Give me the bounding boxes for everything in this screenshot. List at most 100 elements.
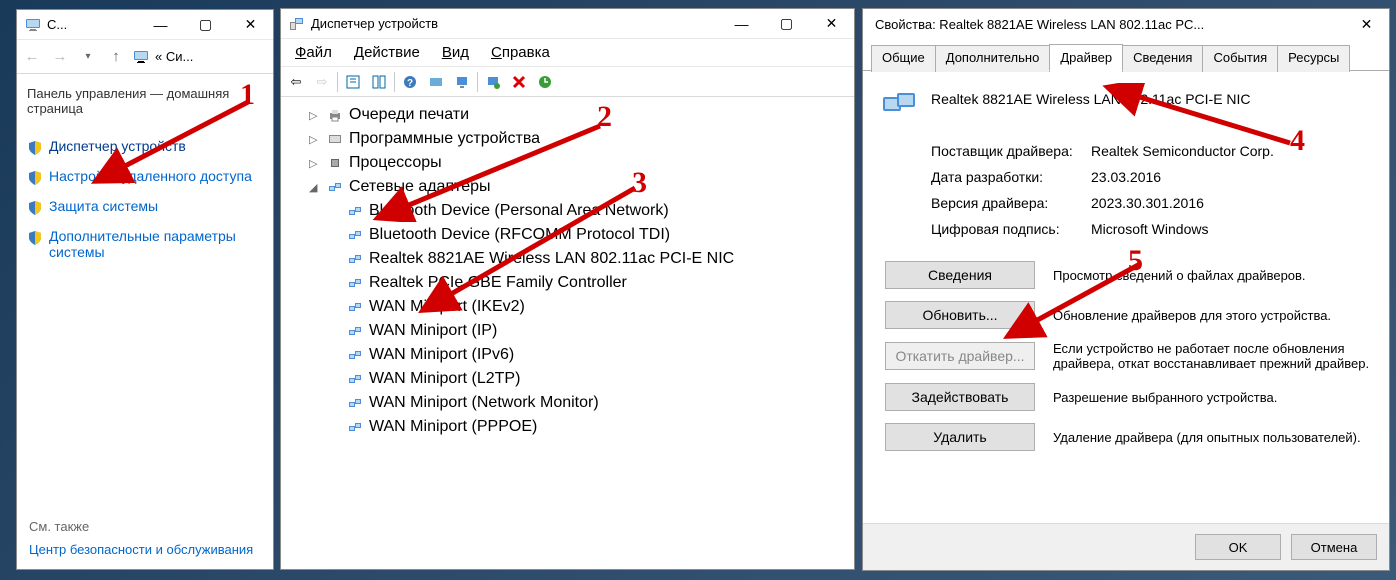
tree-label: WAN Miniport (Network Monitor)	[369, 394, 599, 412]
props2-icon[interactable]	[368, 71, 390, 93]
view-icon[interactable]	[425, 71, 447, 93]
maximize-button[interactable]: ▢	[183, 11, 228, 39]
net-icon	[347, 203, 363, 219]
tab-5[interactable]: Ресурсы	[1277, 45, 1350, 72]
dialog-buttons: OK Отмена	[863, 523, 1389, 570]
net-icon	[347, 299, 363, 315]
props-icon[interactable]	[342, 71, 364, 93]
net-icon	[347, 275, 363, 291]
address-text[interactable]: « Си...	[155, 49, 193, 64]
minimize-button[interactable]: —	[719, 10, 764, 38]
tree-item[interactable]: WAN Miniport (IP)	[285, 319, 850, 343]
net-icon	[347, 227, 363, 243]
maximize-button[interactable]: ▢	[764, 10, 809, 38]
link-label: Диспетчер устройств	[49, 138, 186, 154]
action-description: Обновление драйверов для этого устройств…	[1053, 308, 1371, 323]
minimize-button[interactable]: —	[138, 11, 183, 39]
tree-item[interactable]: WAN Miniport (Network Monitor)	[285, 391, 850, 415]
menu-справка[interactable]: Справка	[481, 40, 560, 65]
control-panel-window: С... — ▢ ✕ ← → ▾ ↑ « Си... Панель управл…	[16, 9, 274, 570]
prop-value: 23.03.2016	[1091, 169, 1161, 185]
tree-item[interactable]: ▷ Процессоры	[285, 151, 850, 175]
prop-label: Версия драйвера:	[931, 195, 1091, 211]
tree-item[interactable]: WAN Miniport (L2TP)	[285, 367, 850, 391]
expand-arrow-icon[interactable]: ▷	[309, 157, 321, 170]
sidebar-link-1[interactable]: Настройка удаленного доступа	[27, 162, 263, 192]
uninstall-icon[interactable]	[508, 71, 530, 93]
action-row: Сведения Просмотр сведений о файлах драйв…	[881, 261, 1371, 289]
tab-2[interactable]: Драйвер	[1049, 44, 1123, 71]
action-button[interactable]: Задействовать	[885, 383, 1035, 411]
forward-icon[interactable]: ⇨	[311, 71, 333, 93]
forward-button[interactable]: →	[49, 46, 71, 68]
tree-label: Очереди печати	[349, 106, 469, 124]
help-icon[interactable]: ?	[399, 71, 421, 93]
tree-label: WAN Miniport (L2TP)	[369, 370, 520, 388]
back-icon[interactable]: ⇦	[285, 71, 307, 93]
close-button[interactable]: ✕	[228, 11, 273, 39]
tree-item[interactable]: ▷Программные устройства	[285, 127, 850, 151]
window-title: Диспетчер устройств	[311, 16, 719, 31]
tree-item[interactable]: WAN Miniport (IKEv2)	[285, 295, 850, 319]
cancel-button[interactable]: Отмена	[1291, 534, 1377, 560]
device-properties-window: Свойства: Realtek 8821AE Wireless LAN 80…	[862, 8, 1390, 571]
action-button: Откатить драйвер...	[885, 342, 1035, 370]
close-button[interactable]: ✕	[1344, 10, 1389, 38]
menu-действие[interactable]: Действие	[344, 40, 430, 65]
see-also-label: См. также	[29, 519, 261, 534]
svg-text:?: ?	[407, 78, 413, 89]
sidebar-link-2[interactable]: Защита системы	[27, 192, 263, 222]
monitor-icon	[25, 17, 41, 33]
tree-item[interactable]: ◢ Сетевые адаптеры	[285, 175, 850, 199]
tree-label: Сетевые адаптеры	[349, 178, 491, 196]
collapse-arrow-icon[interactable]: ◢	[309, 181, 321, 194]
action-button[interactable]: Обновить...	[885, 301, 1035, 329]
tree-label: Realtek 8821AE Wireless LAN 802.11ac PCI…	[369, 250, 734, 268]
update-icon[interactable]	[482, 71, 504, 93]
action-button[interactable]: Сведения	[885, 261, 1035, 289]
expand-arrow-icon[interactable]: ▷	[309, 109, 321, 122]
prop-label: Поставщик драйвера:	[931, 143, 1091, 159]
tab-4[interactable]: События	[1202, 45, 1278, 72]
titlebar: Свойства: Realtek 8821AE Wireless LAN 80…	[863, 9, 1389, 39]
tree-label: Bluetooth Device (Personal Area Network)	[369, 202, 669, 220]
prop-label: Цифровая подпись:	[931, 221, 1091, 237]
link-label: Настройка удаленного доступа	[49, 168, 252, 184]
tree-item[interactable]: WAN Miniport (IPv6)	[285, 343, 850, 367]
prop-label: Дата разработки:	[931, 169, 1091, 185]
scan-icon[interactable]	[451, 71, 473, 93]
tree-label: Процессоры	[349, 154, 442, 172]
action-button[interactable]: Удалить	[885, 423, 1035, 451]
tab-3[interactable]: Сведения	[1122, 45, 1203, 72]
tree-item[interactable]: Realtek 8821AE Wireless LAN 802.11ac PCI…	[285, 247, 850, 271]
close-button[interactable]: ✕	[809, 10, 854, 38]
menu-bar: ФайлДействиеВидСправка	[281, 39, 854, 67]
tab-0[interactable]: Общие	[871, 45, 936, 72]
tree-item[interactable]: Bluetooth Device (RFCOMM Protocol TDI)	[285, 223, 850, 247]
property-row: Дата разработки:23.03.2016	[881, 169, 1371, 185]
sidebar-link-0[interactable]: Диспетчер устройств	[27, 132, 263, 162]
tree-item[interactable]: Realtek PCIe GBE Family Controller	[285, 271, 850, 295]
ok-button[interactable]: OK	[1195, 534, 1281, 560]
refresh-icon[interactable]	[534, 71, 556, 93]
tree-label: WAN Miniport (IKEv2)	[369, 298, 525, 316]
titlebar: Диспетчер устройств — ▢ ✕	[281, 9, 854, 39]
sidebar-link-3[interactable]: Дополнительные параметры системы	[27, 222, 263, 266]
tab-1[interactable]: Дополнительно	[935, 45, 1051, 72]
expand-arrow-icon[interactable]: ▷	[309, 133, 321, 146]
net-icon	[347, 371, 363, 387]
device-tree[interactable]: ▷Очереди печати▷Программные устройства▷П…	[281, 97, 854, 569]
tree-item[interactable]: ▷ Очереди печати	[285, 103, 850, 127]
tree-item[interactable]: Bluetooth Device (Personal Area Network)	[285, 199, 850, 223]
home-link[interactable]: Панель управления — домашняя страница	[27, 86, 263, 116]
tree-label: WAN Miniport (IPv6)	[369, 346, 514, 364]
recent-dropdown[interactable]: ▾	[77, 46, 99, 68]
cpu-icon	[327, 155, 343, 171]
security-center-link[interactable]: Центр безопасности и обслуживания	[29, 542, 261, 557]
back-button[interactable]: ←	[21, 46, 43, 68]
tree-item[interactable]: WAN Miniport (PPPOE)	[285, 415, 850, 439]
menu-файл[interactable]: Файл	[285, 40, 342, 65]
menu-вид[interactable]: Вид	[432, 40, 479, 65]
up-button[interactable]: ↑	[105, 46, 127, 68]
action-description: Просмотр сведений о файлах драйверов.	[1053, 268, 1371, 283]
